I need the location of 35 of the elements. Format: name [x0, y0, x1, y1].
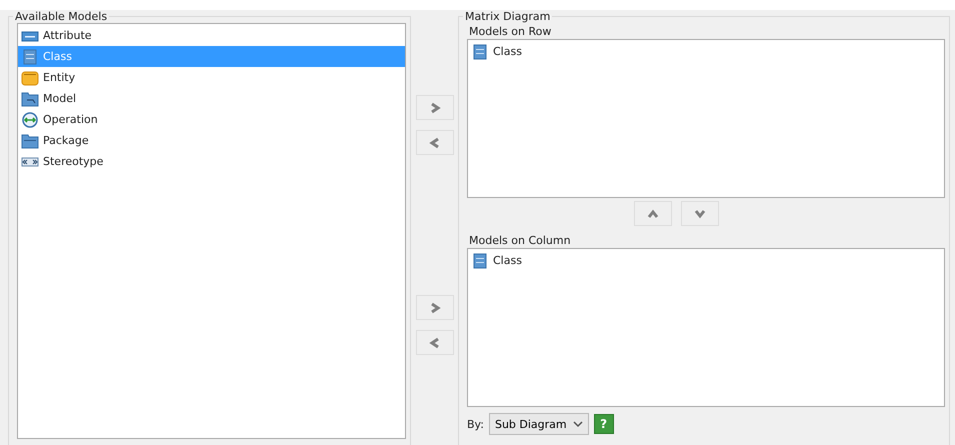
chevron-up-icon	[646, 208, 658, 220]
list-item[interactable]: Stereotype	[18, 151, 405, 172]
by-label: By:	[467, 418, 484, 430]
chevron-right-icon	[428, 302, 440, 314]
chevron-left-icon	[428, 336, 440, 348]
class-icon	[21, 48, 39, 64]
remove-button[interactable]	[416, 130, 454, 155]
remove-button[interactable]	[416, 330, 454, 355]
list-item[interactable]: Package	[18, 130, 405, 151]
chevron-down-icon	[694, 208, 706, 220]
move-up-button[interactable]	[634, 201, 672, 226]
chevron-right-icon	[428, 102, 440, 114]
list-item[interactable]: Attribute	[18, 25, 405, 46]
group-title: Matrix Diagram	[464, 10, 552, 23]
list-label: Models on Column	[468, 233, 572, 248]
diagram-dropdown[interactable]: Sub Diagram	[488, 413, 589, 435]
add-button[interactable]	[416, 95, 454, 120]
list-item[interactable]: Class	[468, 250, 944, 271]
class-icon	[471, 252, 489, 268]
list-item[interactable]: Model	[18, 88, 405, 109]
chevron-left-icon	[428, 136, 440, 148]
package-icon	[21, 132, 39, 148]
caret-icon	[572, 420, 583, 428]
model-icon	[21, 90, 39, 106]
list-item[interactable]: Class	[468, 41, 944, 62]
class-icon	[471, 44, 489, 60]
help-button[interactable]: ?	[594, 414, 614, 434]
move-down-button[interactable]	[680, 201, 718, 226]
list-item[interactable]: Entity	[18, 67, 405, 88]
operation-icon	[21, 112, 39, 128]
list-item[interactable]: Operation	[18, 109, 405, 130]
entity-icon	[21, 70, 39, 86]
add-button[interactable]	[416, 295, 454, 320]
list-label: Models on Row	[468, 24, 552, 39]
group-title: Available Models	[14, 10, 108, 23]
